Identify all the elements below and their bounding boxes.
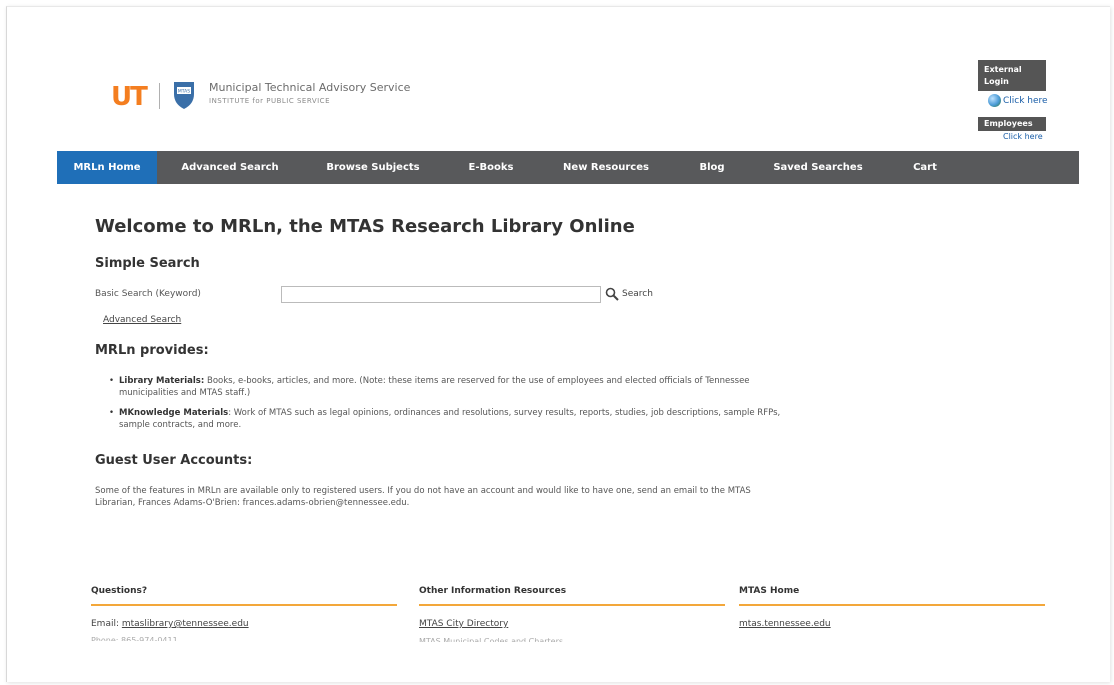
footer-email-row: Email: mtaslibrary@tennessee.edu — [91, 619, 397, 629]
browser-page: UT MTAS Municipal Technical Advisory Ser… — [6, 6, 1110, 682]
footer-city-directory-link[interactable]: MTAS City Directory — [419, 619, 508, 629]
search-icon — [605, 287, 619, 301]
footer-other-heading: Other Information Resources — [419, 586, 725, 606]
provides-heading: MRLn provides: — [95, 343, 209, 358]
footer-email-link[interactable]: mtaslibrary@tennessee.edu — [122, 619, 249, 629]
nav-new-resources[interactable]: New Resources — [539, 151, 673, 184]
ut-logo[interactable]: UT — [111, 82, 148, 112]
guest-heading: Guest User Accounts: — [95, 453, 253, 468]
logo-divider — [159, 83, 160, 109]
list-item: • Library Materials: Books, e-books, art… — [107, 375, 807, 399]
bullet-icon: • — [109, 376, 115, 386]
bullet-icon: • — [109, 408, 115, 418]
nav-mrln-home[interactable]: MRLn Home — [57, 151, 157, 184]
footer-questions: Questions? Email: mtaslibrary@tennessee.… — [91, 586, 397, 641]
basic-search-label: Basic Search (Keyword) — [95, 289, 201, 299]
nav-browse-subjects[interactable]: Browse Subjects — [303, 151, 443, 184]
search-button-label: Search — [622, 289, 653, 299]
search-input[interactable] — [281, 286, 601, 303]
mtas-emblem-text: MTAS — [178, 89, 190, 95]
list-item: • MKnowledge Materials: Work of MTAS suc… — [107, 407, 807, 431]
provides-list: • Library Materials: Books, e-books, art… — [107, 375, 807, 439]
external-login-label: External Login — [978, 60, 1046, 91]
footer-phone: Phone: 865-974-0411 — [91, 636, 178, 641]
employees-login-link[interactable]: Click here — [1003, 132, 1043, 141]
mtas-emblem-icon: MTAS — [174, 82, 194, 109]
list-item-title: MKnowledge Materials — [119, 408, 229, 418]
page-title: Welcome to MRLn, the MTAS Research Libra… — [95, 216, 635, 237]
simple-search-heading: Simple Search — [95, 256, 200, 271]
footer-other-resources: Other Information Resources MTAS City Di… — [419, 586, 725, 642]
search-button[interactable]: Search — [605, 287, 653, 301]
guest-text: Some of the features in MRLn are availab… — [95, 486, 751, 508]
footer-codes-link[interactable]: MTAS Municipal Codes and Charters — [419, 636, 725, 642]
globe-icon — [988, 94, 1001, 107]
ut-logo-text: UT — [111, 82, 148, 112]
org-subtitle: INSTITUTE for PUBLIC SERVICE — [209, 97, 330, 105]
footer-home-heading: MTAS Home — [739, 586, 1045, 606]
nav-blog[interactable]: Blog — [673, 151, 751, 184]
advanced-search-link[interactable]: Advanced Search — [103, 315, 181, 325]
nav-saved-searches[interactable]: Saved Searches — [751, 151, 885, 184]
footer-mtas-home: MTAS Home mtas.tennessee.edu — [739, 586, 1045, 630]
employees-label: Employees — [978, 117, 1046, 131]
org-title: Municipal Technical Advisory Service — [209, 81, 411, 94]
external-login-link-text: Click here — [1003, 95, 1048, 106]
footer-email-label: Email: — [91, 619, 122, 629]
nav-cart[interactable]: Cart — [885, 151, 965, 184]
nav-advanced-search[interactable]: Advanced Search — [157, 151, 303, 184]
list-item-title: Library Materials: — [119, 376, 205, 386]
nav-e-books[interactable]: E-Books — [443, 151, 539, 184]
external-login-link[interactable]: Click here — [988, 94, 1048, 107]
footer-home-link[interactable]: mtas.tennessee.edu — [739, 619, 831, 629]
list-item-text: Books, e-books, articles, and more. (Not… — [119, 376, 750, 398]
main-nav: MRLn Home Advanced Search Browse Subject… — [57, 151, 1079, 184]
footer-questions-heading: Questions? — [91, 586, 397, 606]
